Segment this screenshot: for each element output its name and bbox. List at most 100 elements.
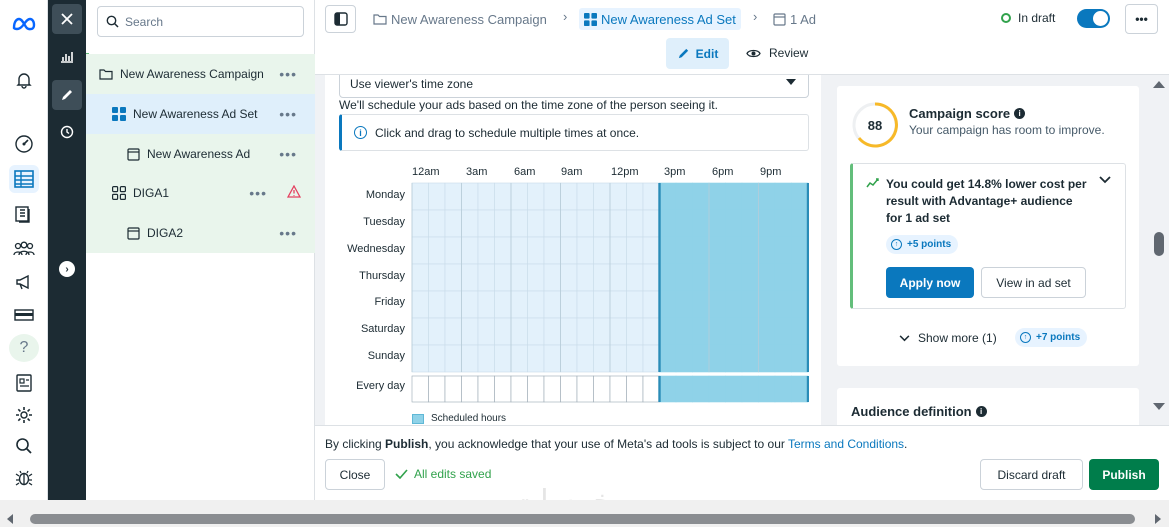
info-icon[interactable]: i [1014,108,1026,119]
info-icon[interactable]: i [975,406,987,417]
schedule-cell-on[interactable] [725,209,743,238]
terms-link[interactable]: Terms and Conditions [788,437,904,451]
schedule-cell[interactable] [510,182,528,211]
tree-item-adset[interactable]: New Awareness Ad Set ••• [86,94,315,134]
schedule-cell[interactable] [609,209,627,238]
chart-icon[interactable] [52,42,82,72]
schedule-cell-on[interactable] [675,182,693,211]
schedule-cell[interactable] [510,290,528,319]
schedule-cell[interactable] [428,290,446,319]
every-day-cell[interactable] [461,375,479,403]
schedule-cell-on[interactable] [659,182,677,211]
schedule-cell[interactable] [444,209,462,238]
schedule-cell[interactable] [444,290,462,319]
every-day-cell[interactable] [477,375,495,403]
schedule-cell[interactable] [461,344,479,373]
schedule-cell[interactable] [510,236,528,265]
settings-icon[interactable] [9,401,39,429]
schedule-cell[interactable] [560,317,578,346]
schedule-cell[interactable] [560,290,578,319]
schedule-cell[interactable] [609,182,627,211]
bell-icon[interactable] [9,66,39,94]
schedule-cell[interactable] [510,209,528,238]
schedule-cell[interactable] [576,290,594,319]
breadcrumb-adset[interactable]: New Awareness Ad Set [579,8,741,30]
toggle-panel-button[interactable] [325,5,356,33]
schedule-cell-on[interactable] [675,209,693,238]
schedule-cell-on[interactable] [708,317,726,346]
every-day-cell-on[interactable] [708,375,726,403]
schedule-cell[interactable] [560,263,578,292]
schedule-cell[interactable] [411,290,429,319]
schedule-cell[interactable] [527,317,545,346]
schedule-cell[interactable] [411,182,429,211]
schedule-cell[interactable] [593,263,611,292]
vertical-scrollbar[interactable] [1152,75,1169,425]
schedule-cell-on[interactable] [774,290,792,319]
schedule-cell-on[interactable] [774,344,792,373]
schedule-cell[interactable] [477,209,495,238]
horizontal-scrollbar[interactable] [0,500,1169,527]
chevron-down-icon[interactable] [1099,176,1111,184]
schedule-cell[interactable] [642,344,660,373]
every-day-cell[interactable] [576,375,594,403]
schedule-cell[interactable] [510,317,528,346]
tree-item-ad[interactable]: New Awareness Ad ••• [86,134,315,174]
schedule-cell-on[interactable] [659,263,677,292]
schedule-cell[interactable] [494,344,512,373]
tree-item-diga2[interactable]: DIGA2 ••• [86,213,315,253]
schedule-cell[interactable] [494,317,512,346]
schedule-cell[interactable] [543,317,561,346]
schedule-cell-on[interactable] [659,344,677,373]
schedule-cell[interactable] [642,290,660,319]
view-in-ad-set-button[interactable]: View in ad set [981,267,1086,298]
schedule-cell[interactable] [576,209,594,238]
schedule-cell-on[interactable] [725,263,743,292]
schedule-cell[interactable] [461,290,479,319]
schedule-cell-on[interactable] [791,209,809,238]
schedule-cell[interactable] [428,344,446,373]
schedule-cell[interactable] [543,290,561,319]
schedule-cell-on[interactable] [725,182,743,211]
more-options-icon[interactable]: ••• [279,225,297,241]
schedule-cell[interactable] [428,317,446,346]
schedule-cell-on[interactable] [675,344,693,373]
close-button[interactable]: Close [325,459,385,490]
schedule-cell-on[interactable] [774,317,792,346]
schedule-cell-on[interactable] [774,236,792,265]
every-day-cell[interactable] [411,375,429,403]
schedule-cell[interactable] [494,236,512,265]
schedule-cell-on[interactable] [708,344,726,373]
schedule-cell[interactable] [461,317,479,346]
pencil-icon[interactable] [52,80,82,110]
megaphone-icon[interactable] [9,268,39,296]
every-day-cell-on[interactable] [791,375,809,403]
schedule-cell-on[interactable] [791,236,809,265]
schedule-cell[interactable] [543,209,561,238]
every-day-cell-on[interactable] [774,375,792,403]
scroll-thumb[interactable] [1154,232,1164,256]
schedule-cell[interactable] [494,209,512,238]
scroll-down-icon[interactable] [1153,403,1165,410]
publish-toggle[interactable] [1077,9,1110,28]
every-day-cell-on[interactable] [675,375,693,403]
every-day-cell[interactable] [642,375,660,403]
discard-draft-button[interactable]: Discard draft [980,459,1083,490]
schedule-cell[interactable] [609,317,627,346]
schedule-cell[interactable] [461,236,479,265]
schedule-cell[interactable] [626,182,644,211]
schedule-cell-on[interactable] [758,263,776,292]
schedule-cell-on[interactable] [741,182,759,211]
schedule-cell-on[interactable] [758,317,776,346]
schedule-cell[interactable] [543,263,561,292]
schedule-cell-on[interactable] [741,236,759,265]
tree-item-diga1[interactable]: DIGA1 ••• [86,173,315,213]
schedule-cell-on[interactable] [758,344,776,373]
every-day-cell-on[interactable] [692,375,710,403]
dashboard-icon[interactable] [9,130,39,158]
schedule-cell[interactable] [428,236,446,265]
schedule-cell[interactable] [477,263,495,292]
search-input[interactable] [125,14,295,29]
every-day-cell[interactable] [428,375,446,403]
schedule-cell-on[interactable] [675,236,693,265]
